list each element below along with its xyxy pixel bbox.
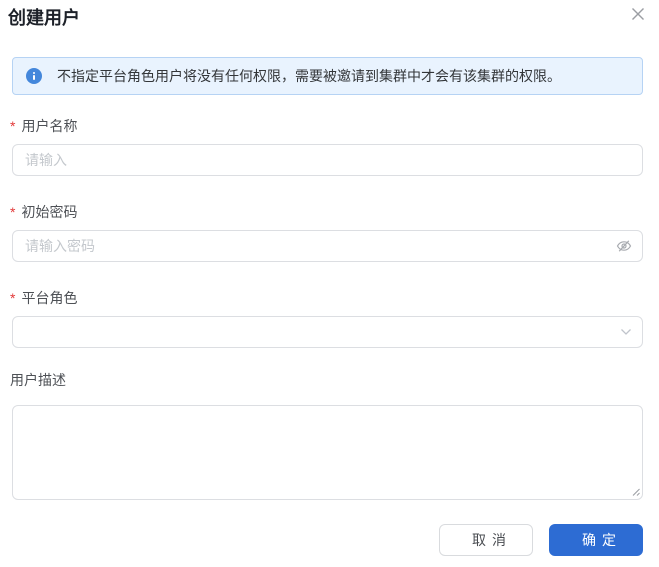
eye-off-icon	[615, 238, 633, 254]
password-field-wrap	[12, 230, 643, 262]
password-input[interactable]	[12, 230, 643, 262]
resize-grip-icon[interactable]	[631, 487, 640, 496]
description-textarea[interactable]	[12, 405, 643, 500]
create-user-dialog: 创建用户 不指定平台角色用户将没有任何权限，需要被邀请到集群中才会有该集群的权限…	[0, 0, 659, 567]
chevron-down-icon	[620, 328, 632, 336]
password-label: * 初始密码	[10, 204, 659, 220]
description-label-text: 用户描述	[10, 372, 66, 388]
required-marker: *	[10, 204, 15, 220]
close-button[interactable]	[629, 5, 647, 23]
platform-role-label: * 平台角色	[10, 290, 659, 306]
password-label-text: 初始密码	[21, 204, 77, 220]
cancel-button[interactable]: 取消	[439, 524, 533, 556]
info-icon	[26, 68, 42, 84]
required-marker: *	[10, 290, 15, 306]
dialog-footer: 取消 确定	[12, 524, 643, 556]
username-input[interactable]	[12, 144, 643, 176]
description-field-wrap	[12, 405, 643, 500]
confirm-button[interactable]: 确定	[549, 524, 643, 556]
platform-role-select[interactable]	[12, 316, 643, 348]
platform-role-label-text: 平台角色	[21, 290, 77, 306]
username-label: * 用户名称	[10, 118, 659, 134]
toggle-password-visibility-button[interactable]	[615, 238, 633, 254]
username-label-text: 用户名称	[21, 118, 77, 134]
description-label: 用户描述	[10, 372, 659, 388]
close-icon	[631, 7, 645, 21]
required-marker: *	[10, 118, 15, 134]
info-banner: 不指定平台角色用户将没有任何权限，需要被邀请到集群中才会有该集群的权限。	[12, 57, 643, 95]
dialog-title: 创建用户	[8, 8, 659, 29]
banner-text: 不指定平台角色用户将没有任何权限，需要被邀请到集群中才会有该集群的权限。	[57, 66, 561, 86]
